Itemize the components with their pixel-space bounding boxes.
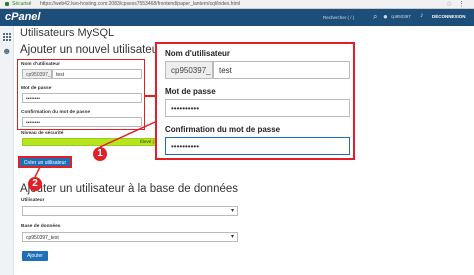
callout-line-2 <box>34 166 41 178</box>
database-select-value: cp950397_test <box>26 235 59 241</box>
user-select[interactable]: ▾ <box>22 206 238 216</box>
add-button[interactable]: Ajouter <box>22 251 48 261</box>
zoom-connector <box>145 95 155 97</box>
zoom-password-confirm-label: Confirmation du mot de passe <box>165 125 281 134</box>
user-select-label: Utilisateur <box>21 198 45 203</box>
add-to-db-heading: Ajouter un utilisateur à la base de donn… <box>20 183 239 195</box>
callout-line-1 <box>99 121 156 148</box>
chevron-down-icon: ▾ <box>230 234 234 240</box>
step-badge-1: 1 <box>93 147 107 161</box>
database-select[interactable]: cp950397_test ▾ <box>22 232 238 242</box>
zoom-username-prefix: cp950397_ <box>165 61 213 79</box>
chevron-down-icon: ▾ <box>230 208 234 214</box>
zoom-password-label: Mot de passe <box>165 87 216 96</box>
zoom-username-input[interactable]: test <box>213 61 350 79</box>
zoom-password-input[interactable]: •••••••••• <box>165 99 350 117</box>
db-select-label: Base de données <box>21 224 61 229</box>
zoom-username-label: Nom d'utilisateur <box>165 49 231 58</box>
zoom-password-confirm-input[interactable]: •••••••••• <box>165 137 350 155</box>
step-badge-2: 2 <box>28 177 42 191</box>
